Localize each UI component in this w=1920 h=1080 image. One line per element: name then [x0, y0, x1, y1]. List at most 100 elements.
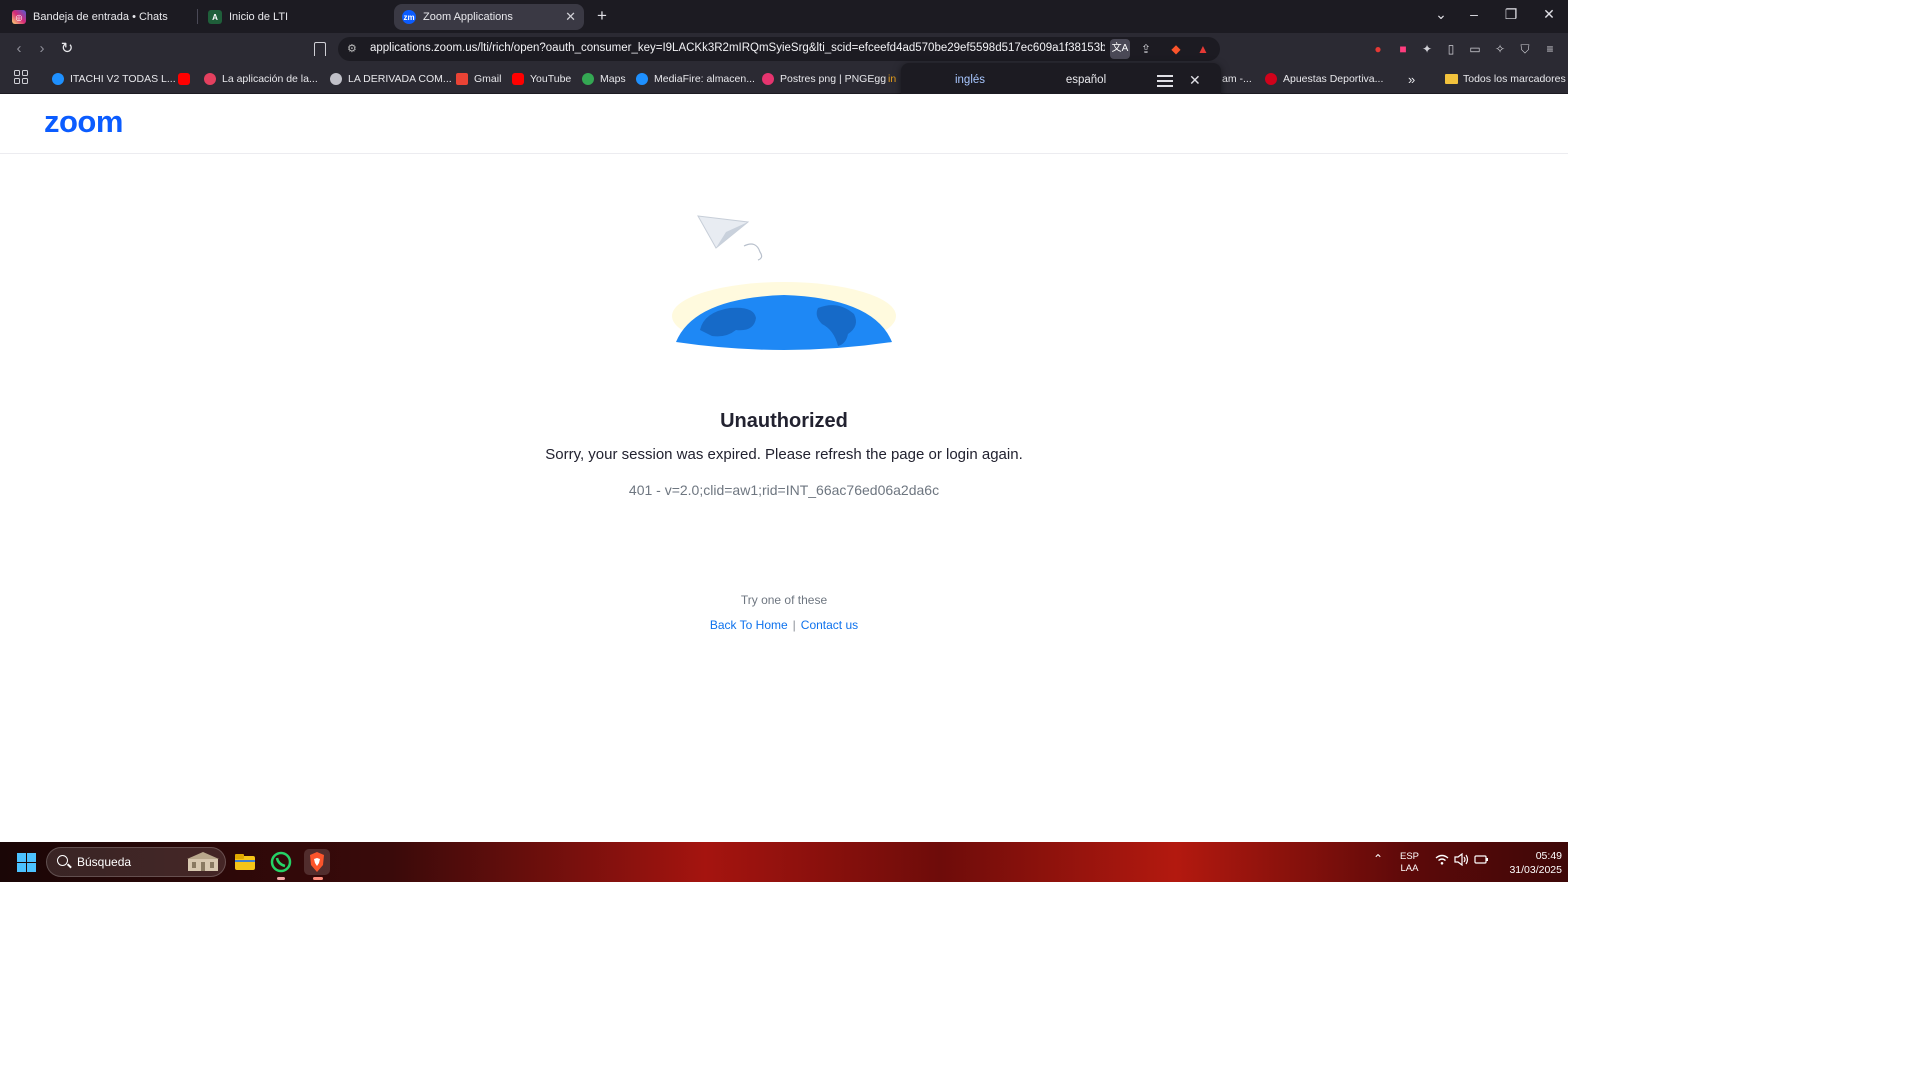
- bookmark-all-bookmarks[interactable]: Todos los marcadores: [1445, 71, 1566, 87]
- bookmark-label: YouTube: [530, 73, 572, 85]
- lti-icon: A: [208, 10, 222, 24]
- bookmark-youtube[interactable]: YouTube: [512, 71, 571, 87]
- brave-rewards-icon[interactable]: ▲: [1196, 42, 1210, 56]
- extension-pink-icon[interactable]: ■: [1396, 42, 1410, 56]
- error-title: Unauthorized: [720, 410, 848, 432]
- translate-icon[interactable]: 文A: [1110, 39, 1130, 59]
- bookmark-am[interactable]: am -...: [1222, 71, 1252, 87]
- bookmark-icon[interactable]: [314, 42, 326, 56]
- forward-button[interactable]: ›: [33, 40, 51, 58]
- paper-plane-earth-illustration: [672, 215, 896, 350]
- bookmark-label: Apuestas Deportiva...: [1283, 73, 1384, 85]
- bookmark-label: Maps: [600, 73, 626, 85]
- bookmark-label: ITACHI V2 TODAS L...: [70, 73, 176, 85]
- file-explorer-icon[interactable]: [232, 849, 258, 875]
- address-bar[interactable]: ⚙ applications.zoom.us/lti/rich/open?oau…: [338, 37, 1220, 61]
- extension-icon[interactable]: ●: [1371, 42, 1385, 56]
- reload-button[interactable]: ↻: [58, 40, 76, 58]
- new-tab-button[interactable]: +: [594, 6, 610, 26]
- more-bookmarks-chevron-icon[interactable]: »: [1408, 71, 1415, 87]
- windows-taskbar: Búsqueda ⌃ ESP LAA 05:49 31/03/2025: [0, 842, 1568, 882]
- search-icon: [57, 855, 68, 866]
- zoom-logo[interactable]: zoom: [44, 104, 123, 140]
- apps-grid-icon[interactable]: [14, 70, 28, 84]
- bookmark-gmail[interactable]: Gmail: [456, 71, 501, 87]
- tab-instagram-chats[interactable]: ◎ Bandeja de entrada • Chats: [4, 4, 194, 30]
- close-tab-icon[interactable]: ✕: [565, 9, 576, 25]
- back-to-home-link[interactable]: Back To Home: [710, 618, 788, 632]
- bookmark-apuestas[interactable]: Apuestas Deportiva...: [1265, 71, 1383, 87]
- volume-icon[interactable]: [1454, 852, 1469, 869]
- wallet-icon[interactable]: ▭: [1468, 42, 1482, 56]
- tab-inicio-lti[interactable]: A Inicio de LTI: [200, 4, 390, 30]
- wifi-icon[interactable]: [1435, 854, 1449, 868]
- maps-icon: [582, 73, 594, 85]
- tab-zoom-applications[interactable]: zm Zoom Applications ✕: [394, 4, 584, 30]
- help-links: Back To Home | Contact us: [0, 618, 1568, 632]
- extensions-puzzle-icon[interactable]: ✦: [1420, 42, 1434, 56]
- bookmark-label: MediaFire: almacen...: [654, 73, 755, 85]
- share-icon[interactable]: ⇪: [1139, 42, 1153, 56]
- folder-icon: [1445, 74, 1458, 84]
- bookmark-youtube-unlabeled[interactable]: [178, 71, 196, 87]
- bookmark-pngegg[interactable]: Postres png | PNGEgg: [762, 71, 886, 87]
- whatsapp-icon[interactable]: [268, 849, 294, 875]
- zoom-icon: zm: [402, 10, 416, 24]
- bookmark-label: La aplicación de la...: [222, 73, 318, 85]
- close-window-button[interactable]: ✕: [1540, 6, 1558, 23]
- tab-search-chevron-icon[interactable]: ⌄: [1432, 6, 1450, 23]
- clock-date: 31/03/2025: [1509, 864, 1562, 876]
- back-button[interactable]: ‹: [10, 40, 28, 58]
- whatsapp-running-indicator: [277, 877, 285, 880]
- bookmark-label: LA DERIVADA COM...: [348, 73, 452, 85]
- sidebar-icon[interactable]: ▯: [1444, 42, 1458, 56]
- taskbar-search-box[interactable]: Búsqueda: [46, 847, 226, 877]
- youtube-icon: [178, 73, 190, 85]
- mediafire-icon: [52, 73, 64, 85]
- instagram-icon: ◎: [12, 10, 26, 24]
- bookmark-maps[interactable]: Maps: [582, 71, 626, 87]
- error-code: 401 - v=2.0;clid=aw1;rid=INT_66ac76ed06a…: [628, 482, 940, 498]
- mediafire-icon: [636, 73, 648, 85]
- search-placeholder: Búsqueda: [77, 855, 132, 869]
- tab-separator: [197, 9, 198, 24]
- bookmark-label: Gmail: [474, 73, 502, 85]
- instagram-icon: [204, 73, 216, 85]
- bookmark-mediafire[interactable]: MediaFire: almacen...: [636, 71, 755, 87]
- translate-close-icon[interactable]: ✕: [1189, 72, 1201, 89]
- bookmark-la-aplicacion[interactable]: La aplicación de la...: [204, 71, 318, 87]
- vpn-shield-icon[interactable]: ⛉: [1518, 42, 1532, 56]
- browser-tab-strip: ◎ Bandeja de entrada • Chats A Inicio de…: [0, 0, 1568, 33]
- url-text[interactable]: applications.zoom.us/lti/rich/open?oauth…: [370, 42, 1105, 57]
- input-language-indicator[interactable]: ESP LAA: [1400, 851, 1419, 875]
- translate-source-language[interactable]: inglés: [914, 74, 1026, 86]
- search-highlight-illustration-icon: [187, 852, 219, 871]
- brave-shields-icon[interactable]: ◆: [1169, 42, 1183, 56]
- battery-icon[interactable]: [1474, 854, 1489, 868]
- globe-icon: [330, 73, 342, 85]
- language-code: ESP: [1400, 851, 1420, 862]
- bookmark-itachi[interactable]: ITACHI V2 TODAS L...: [52, 71, 176, 87]
- brave-active-indicator: [313, 877, 323, 880]
- tab-title: Zoom Applications: [423, 11, 513, 23]
- brave-browser-icon[interactable]: [304, 849, 330, 875]
- bookmarks-bar: ITACHI V2 TODAS L... La aplicación de la…: [0, 65, 1568, 94]
- minimize-button[interactable]: –: [1465, 6, 1483, 22]
- tab-title: Bandeja de entrada • Chats: [33, 11, 168, 23]
- show-hidden-icons-chevron-icon[interactable]: ⌃: [1373, 852, 1383, 866]
- leo-ai-icon[interactable]: ✧: [1493, 42, 1507, 56]
- bookmark-partial[interactable]: in: [888, 71, 896, 87]
- menu-icon[interactable]: ≡: [1543, 42, 1557, 56]
- bookmark-label: am -...: [1222, 73, 1252, 85]
- bookmark-label: Todos los marcadores: [1463, 73, 1566, 85]
- contact-us-link[interactable]: Contact us: [801, 618, 858, 632]
- browser-toolbar: ‹ › ↻ ⚙ applications.zoom.us/lti/rich/op…: [0, 33, 1568, 65]
- translate-options-menu-icon[interactable]: [1157, 75, 1173, 89]
- restore-button[interactable]: ❐: [1502, 6, 1520, 23]
- system-clock[interactable]: 05:49 31/03/2025: [1492, 849, 1562, 877]
- windows-start-icon[interactable]: [17, 853, 36, 872]
- site-settings-icon[interactable]: ⚙: [347, 42, 361, 56]
- translate-target-language[interactable]: español: [1030, 74, 1142, 86]
- bookmark-la-derivada[interactable]: LA DERIVADA COM...: [330, 71, 452, 87]
- error-message: Sorry, your session was expired. Please …: [545, 446, 1023, 463]
